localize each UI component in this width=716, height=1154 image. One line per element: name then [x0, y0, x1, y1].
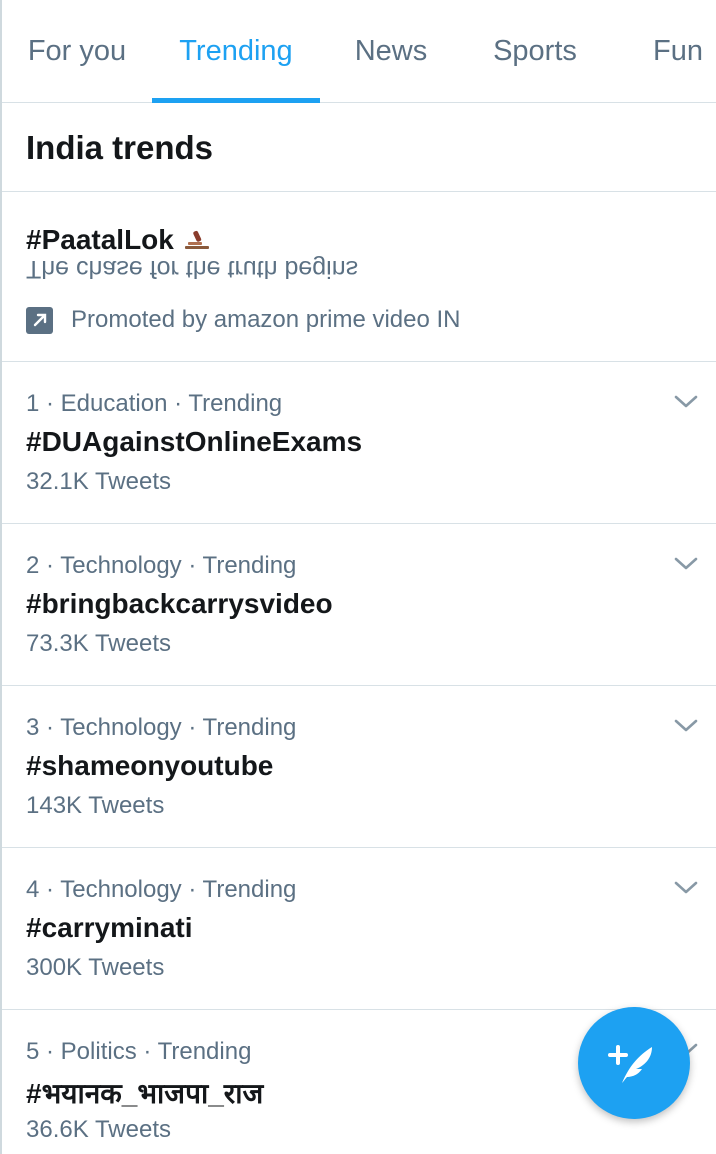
- trend-item[interactable]: 3 · Technology · Trending #shameonyoutub…: [2, 686, 716, 848]
- tab-label: For you: [27, 35, 127, 67]
- trend-meta: 3 · Technology · Trending: [26, 714, 297, 741]
- tab-for-you[interactable]: For you: [2, 0, 152, 103]
- tab-sports[interactable]: Sports: [462, 0, 608, 103]
- trend-item[interactable]: 4 · Technology · Trending #carryminati 3…: [2, 848, 716, 1010]
- explore-page: For you Trending News Sports Fun India t…: [0, 0, 716, 1154]
- trend-hashtag: #shameonyoutube: [26, 750, 274, 781]
- trend-tweet-count: 73.3K Tweets: [26, 630, 171, 657]
- trend-hashtag: #DUAgainstOnlineExams: [26, 426, 363, 457]
- trend-hashtag: #भयानक_भाजपा_राज: [26, 1078, 264, 1109]
- trend-meta: 5 · Politics · Trending: [26, 1038, 252, 1065]
- chevron-down-icon[interactable]: [672, 392, 700, 412]
- tab-trending[interactable]: Trending: [152, 0, 320, 103]
- promoted-hashtag: #PaatalLok: [26, 224, 174, 255]
- section-header: India trends: [2, 103, 716, 192]
- trend-hashtag: #carryminati: [26, 912, 193, 943]
- chevron-down-icon[interactable]: [672, 554, 700, 574]
- tab-fun[interactable]: Fun: [608, 0, 716, 103]
- trend-item[interactable]: 1 · Education · Trending #DUAgainstOnlin…: [2, 362, 716, 524]
- tab-label: News: [354, 35, 428, 67]
- promoted-label: Promoted by amazon prime video IN: [71, 306, 461, 333]
- section-title: India trends: [26, 129, 214, 166]
- compose-tweet-icon: [608, 1045, 652, 1083]
- trend-item[interactable]: 2 · Technology · Trending #bringbackcarr…: [2, 524, 716, 686]
- compose-tweet-button[interactable]: [578, 1007, 690, 1119]
- trend-tweet-count: 32.1K Tweets: [26, 468, 171, 495]
- chevron-down-icon[interactable]: [672, 716, 700, 736]
- trend-meta: 2 · Technology · Trending: [26, 552, 297, 579]
- promoted-trend[interactable]: #PaatalLok The chase for the truth begin…: [2, 192, 716, 362]
- tab-label: Sports: [493, 35, 577, 67]
- chevron-down-icon[interactable]: [672, 878, 700, 898]
- trend-meta: 1 · Education · Trending: [26, 390, 283, 417]
- trend-hashtag: #bringbackcarrysvideo: [26, 588, 333, 619]
- trend-tweet-count: 143K Tweets: [26, 792, 165, 819]
- promoted-label-row: Promoted by amazon prime video IN: [26, 306, 461, 334]
- tab-news[interactable]: News: [320, 0, 462, 103]
- promoted-hashtag-row: #PaatalLok: [26, 224, 212, 256]
- promoted-arrow-icon: [26, 306, 53, 334]
- tab-label: Fun: [653, 35, 703, 67]
- gavel-emoji-icon: [184, 230, 209, 249]
- tab-label: Trending: [179, 35, 293, 67]
- explore-tabs: For you Trending News Sports Fun: [2, 0, 716, 103]
- trend-meta: 4 · Technology · Trending: [26, 876, 297, 903]
- trend-tweet-count: 36.6K Tweets: [26, 1116, 171, 1143]
- promoted-description: The chase for the truth begins: [26, 255, 359, 283]
- trend-tweet-count: 300K Tweets: [26, 954, 165, 981]
